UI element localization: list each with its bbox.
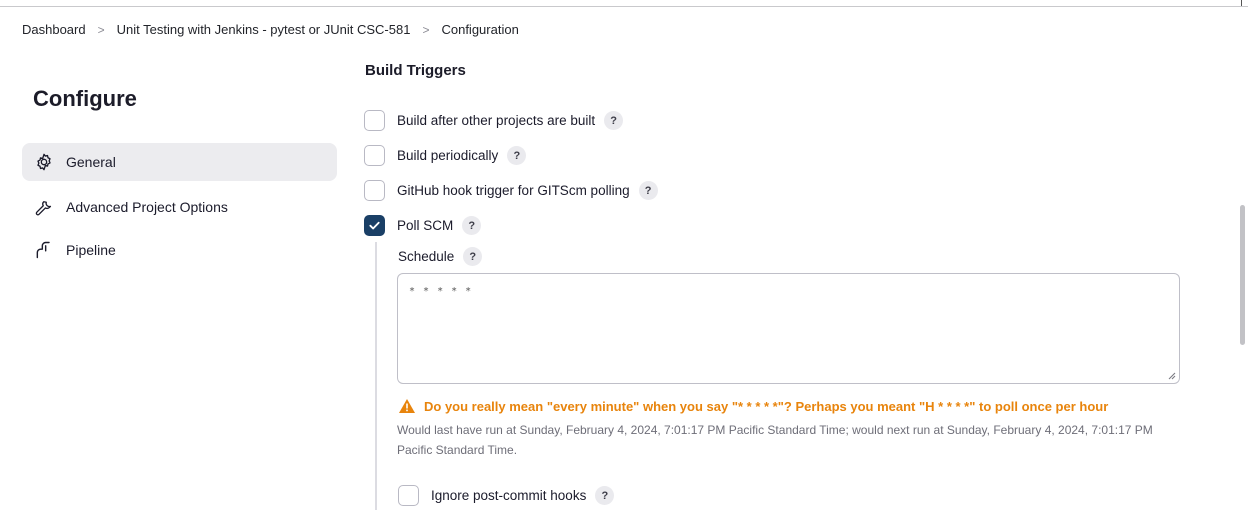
checkbox-label[interactable]: Build after other projects are built (397, 113, 595, 128)
checkbox-label[interactable]: Build periodically (397, 148, 498, 163)
pipeline-icon (33, 239, 55, 261)
warning-message: Do you really mean "every minute" when y… (398, 398, 1108, 414)
checkbox[interactable] (364, 180, 385, 201)
breadcrumb-separator: > (422, 22, 430, 37)
help-icon[interactable]: ? (638, 181, 658, 200)
trigger-poll-scm: Poll SCM ? (364, 215, 482, 236)
resize-grip-icon[interactable] (1166, 370, 1176, 380)
option-ignore-post-commit-hooks: Ignore post-commit hooks ? (398, 485, 615, 506)
breadcrumb: Dashboard > Unit Testing with Jenkins - … (22, 22, 519, 37)
checkbox[interactable] (364, 110, 385, 131)
checkbox[interactable] (364, 145, 385, 166)
trigger-build-periodically: Build periodically ? (364, 145, 527, 166)
schedule-label: Schedule (398, 249, 455, 264)
sidebar-item-label: General (66, 154, 116, 170)
checkbox[interactable] (398, 485, 419, 506)
trigger-github-hook: GitHub hook trigger for GITScm polling ? (364, 180, 658, 201)
window-edge-marker (1241, 0, 1242, 6)
sidebar-item-label: Pipeline (66, 242, 116, 258)
breadcrumb-separator: > (97, 22, 105, 37)
section-title-build-triggers: Build Triggers (365, 62, 466, 79)
trigger-build-after-other-projects: Build after other projects are built ? (364, 110, 624, 131)
checkmark-icon (369, 221, 380, 230)
help-icon[interactable]: ? (604, 111, 624, 130)
breadcrumb-configuration[interactable]: Configuration (441, 22, 518, 37)
wrench-icon (33, 196, 55, 218)
checkbox-label[interactable]: Poll SCM (397, 218, 453, 233)
vertical-scrollbar[interactable] (1240, 205, 1245, 345)
sidebar-item-general[interactable]: General (22, 143, 337, 181)
help-icon[interactable]: ? (507, 146, 527, 165)
help-icon[interactable]: ? (462, 216, 482, 235)
schedule-label-row: Schedule ? (398, 247, 483, 266)
breadcrumb-project[interactable]: Unit Testing with Jenkins - pytest or JU… (117, 22, 411, 37)
sidebar-title: Configure (33, 86, 137, 111)
warning-text: Do you really mean "every minute" when y… (424, 398, 1109, 414)
checkbox-label[interactable]: Ignore post-commit hooks (431, 488, 586, 503)
sidebar-item-label: Advanced Project Options (66, 199, 228, 215)
schedule-info-text: Would last have run at Sunday, February … (397, 423, 1153, 457)
breadcrumb-dashboard[interactable]: Dashboard (22, 22, 86, 37)
checkbox-label[interactable]: GitHub hook trigger for GITScm polling (397, 183, 630, 198)
gear-icon (33, 151, 55, 173)
schedule-textarea[interactable]: * * * * * (397, 273, 1180, 384)
sidebar-item-advanced-project-options[interactable]: Advanced Project Options (22, 188, 337, 226)
checkbox-checked[interactable] (364, 215, 385, 236)
warning-icon (399, 399, 415, 413)
nested-section-divider (375, 242, 377, 510)
sidebar-item-pipeline[interactable]: Pipeline (22, 231, 337, 269)
help-icon[interactable]: ? (463, 247, 483, 266)
window-top-border (0, 6, 1248, 7)
help-icon[interactable]: ? (595, 486, 615, 505)
